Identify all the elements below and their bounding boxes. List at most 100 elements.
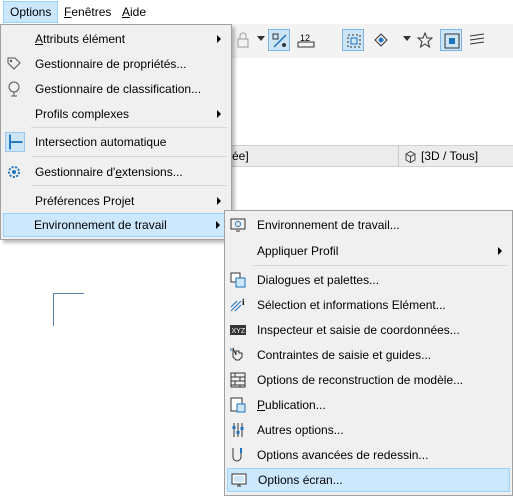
label-part: xtensions... — [122, 165, 183, 179]
hatch-layers-icon — [469, 33, 485, 45]
menu-item-autres-options[interactable]: Autres options... — [227, 418, 510, 442]
menu-fenetres[interactable]: Fenêtres — [58, 2, 117, 22]
menu-item-label: Intersection automatique — [35, 135, 167, 149]
snap-tool-button[interactable] — [268, 29, 290, 51]
submenu-arrow-icon — [216, 221, 220, 229]
menu-item-attributs-element[interactable]: Attributs élément — [3, 27, 229, 51]
menu-aide[interactable]: Aide — [116, 2, 152, 22]
menu-item-label: Gestionnaire d'extensions... — [35, 165, 183, 179]
menu-separator — [253, 265, 508, 266]
menu-item-label: Profils complexes — [35, 107, 130, 121]
menu-item-appliquer-profil[interactable]: Appliquer Profil — [227, 239, 510, 263]
submenu-arrow-icon — [217, 110, 221, 118]
menu-item-label: Autres options... — [257, 423, 344, 437]
toolbar: 12 — [232, 24, 513, 58]
lock-icon — [237, 32, 249, 48]
menu-separator — [31, 127, 227, 128]
xyz-icon: XYZ — [230, 325, 246, 335]
canvas-corner-mark — [53, 293, 84, 326]
submenu-arrow-icon — [217, 35, 221, 43]
menu-item-contraintes-saisie[interactable]: Contraintes de saisie et guides... — [227, 343, 510, 367]
menu-item-preferences-projet[interactable]: Préférences Projet — [3, 189, 229, 213]
environnement-travail-submenu: Environnement de travail... Appliquer Pr… — [224, 210, 513, 496]
menu-item-label: Inspecteur et saisie de coordonnées... — [257, 323, 460, 337]
label-part: Gestionnaire d' — [35, 165, 116, 179]
tab-left-label[interactable]: ée] — [232, 149, 249, 163]
menu-item-label: Dialogues et palettes... — [257, 273, 380, 287]
menu-item-intersection-automatique[interactable]: Intersection automatique — [3, 130, 229, 154]
hatch-tool-button[interactable] — [466, 29, 488, 51]
selection-tool-button[interactable] — [342, 29, 364, 51]
ruler-label: 12 — [300, 33, 310, 43]
menu-item-label: Sélection et informations Elément... — [257, 298, 446, 312]
floor-plan-icon — [444, 33, 460, 49]
menu-item-dialogues-palettes[interactable]: Dialogues et palettes... — [227, 268, 510, 292]
submenu-arrow-icon — [217, 197, 221, 205]
redraw-icon — [232, 448, 242, 462]
menu-item-options-reconstruction[interactable]: Options de reconstruction de modèle... — [227, 368, 510, 392]
view-tab-strip: ée] [3D / Tous] — [232, 145, 513, 167]
label-accel: A — [35, 32, 44, 46]
menu-item-label: Gestionnaire de classification... — [35, 82, 202, 96]
menu-item-gestionnaire-classification[interactable]: Gestionnaire de classification... — [3, 77, 229, 101]
publish-icon — [230, 397, 246, 413]
menu-aide-rest: ide — [130, 5, 147, 19]
rebuild-bricks-icon — [230, 372, 246, 388]
menu-item-selection-informations[interactable]: i Sélection et informations Elément... — [227, 293, 510, 317]
menu-bar: Options Fenêtres Aide — [0, 0, 513, 24]
palettes-icon — [230, 272, 246, 288]
tag-icon — [7, 57, 21, 70]
snap-grid-icon — [272, 33, 287, 48]
menu-item-label: Appliquer Profil — [257, 244, 339, 258]
menu-item-inspecteur-coordonnees[interactable]: XYZ Inspecteur et saisie de coordonnées.… — [227, 318, 510, 342]
selection-info-icon: i — [230, 297, 245, 312]
menu-separator — [31, 185, 227, 186]
layer-dropdown-caret[interactable] — [403, 36, 411, 41]
menu-item-label: Options avancées de redessin... — [257, 448, 429, 462]
label-part: ublication... — [265, 398, 326, 412]
menu-item-label: Environnement de travail... — [257, 218, 400, 232]
star-icon — [417, 32, 433, 48]
menu-item-environnement-travail[interactable]: Environnement de travail — [3, 213, 229, 237]
selection-box-icon — [347, 34, 361, 48]
lock-tool-button[interactable] — [232, 29, 254, 51]
options-menu: Attributs élément Gestionnaire de propri… — [0, 24, 232, 240]
menu-item-label: Options de reconstruction de modèle... — [257, 373, 464, 387]
menu-item-environnement-travail-dialog[interactable]: Environnement de travail... — [227, 213, 510, 237]
menu-item-label: Environnement de travail — [34, 218, 167, 232]
monitor-settings-icon — [230, 218, 246, 232]
cursor-constraint-icon — [230, 347, 243, 361]
svg-text:XYZ: XYZ — [232, 328, 246, 335]
menu-item-label: Contraintes de saisie et guides... — [257, 348, 432, 362]
sliders-icon — [232, 423, 244, 437]
cube-3d-icon — [405, 150, 416, 163]
lock-dropdown-caret[interactable] — [257, 36, 265, 41]
menu-separator — [31, 156, 227, 157]
menu-item-gestionnaire-extensions[interactable]: Gestionnaire d'extensions... — [3, 160, 229, 184]
tab-3d-label: [3D / Tous] — [421, 149, 479, 163]
screen-icon — [231, 473, 247, 487]
menu-item-label: Préférences Projet — [35, 194, 135, 208]
menu-options[interactable]: Options — [3, 1, 59, 23]
extension-gear-icon — [8, 166, 20, 178]
layer-tool-button[interactable] — [370, 29, 392, 51]
favorite-button[interactable] — [414, 29, 436, 51]
menu-item-profils-complexes[interactable]: Profils complexes — [3, 102, 229, 126]
ruler-icon: 12 — [297, 33, 315, 48]
floor-plan-button[interactable] — [440, 29, 462, 51]
menu-item-publication[interactable]: Publication... — [227, 393, 510, 417]
tab-3d-all[interactable]: [3D / Tous] — [398, 146, 478, 166]
menu-item-label: Gestionnaire de propriétés... — [35, 57, 187, 71]
menu-item-options-ecran[interactable]: Options écran... — [227, 468, 510, 492]
menu-fenetres-rest: enêtres — [71, 5, 112, 19]
submenu-arrow-icon — [498, 247, 502, 255]
menu-item-label: Attributs élément — [35, 32, 126, 46]
label-accel: P — [257, 398, 266, 412]
menu-item-gestionnaire-proprietes[interactable]: Gestionnaire de propriétés... — [3, 52, 229, 76]
menu-item-options-avancees-redessin[interactable]: Options avancées de redessin... — [227, 443, 510, 467]
intersection-icon — [5, 132, 25, 152]
ruler-tool-button[interactable]: 12 — [294, 29, 316, 51]
layers-icon — [374, 33, 388, 47]
tree-icon — [8, 81, 20, 97]
menu-aide-accel: A — [122, 5, 131, 19]
